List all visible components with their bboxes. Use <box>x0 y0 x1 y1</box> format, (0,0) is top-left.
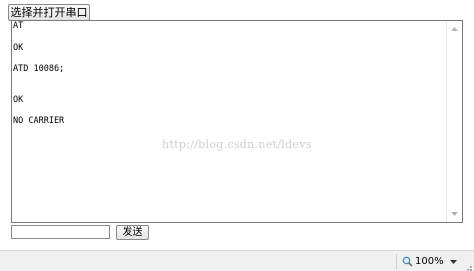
send-text-input[interactable] <box>11 225 110 239</box>
resize-grip-icon[interactable] <box>463 260 473 271</box>
output-lines: AT OK ATD 10086; OK NO CARRIER <box>13 21 445 222</box>
app-window: 选择并打开串口 AT OK ATD 10086; OK NO CARRIER h… <box>0 0 474 271</box>
zoom-level-text: 100% <box>415 256 444 267</box>
vertical-scrollbar[interactable] <box>446 21 462 222</box>
status-separator <box>396 254 397 269</box>
send-button[interactable]: 发送 <box>116 225 149 240</box>
output-line: NO CARRIER <box>13 116 65 126</box>
output-textarea[interactable]: AT OK ATD 10086; OK NO CARRIER http://bl… <box>11 20 463 223</box>
status-bar: 100% <box>0 250 474 271</box>
watermark-text: http://blog.csdn.net/ldevs <box>162 138 312 151</box>
output-line: ATD 10086; <box>13 64 65 74</box>
zoom-control[interactable]: 100% <box>402 254 457 269</box>
magnifier-icon <box>402 256 413 267</box>
chevron-down-icon[interactable] <box>449 259 457 264</box>
open-serial-port-button[interactable]: 选择并打开串口 <box>8 4 90 21</box>
output-line: OK <box>13 43 24 53</box>
scroll-up-arrow-icon[interactable] <box>447 21 462 37</box>
output-line: AT <box>13 21 24 31</box>
output-line: OK <box>13 95 24 105</box>
scroll-down-arrow-icon[interactable] <box>447 206 462 222</box>
